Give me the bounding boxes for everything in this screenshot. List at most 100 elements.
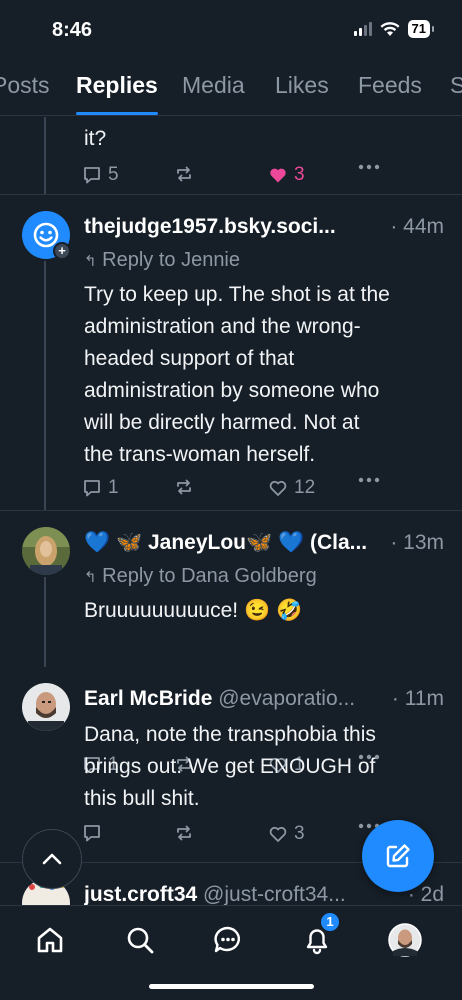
post-actions: 1 12 <box>82 477 382 503</box>
nav-messages[interactable] <box>208 920 248 960</box>
post-time[interactable]: · 13m <box>386 531 444 555</box>
like-button[interactable]: 12 <box>268 477 315 499</box>
follow-plus-icon[interactable]: + <box>53 242 71 260</box>
post-text-line: this bull shit. <box>84 787 200 810</box>
feed-post[interactable]: 💙 🦋 JaneyLou🦋 💙 (Cla... · 13m ↰ Reply to… <box>0 511 462 667</box>
reply-arrow-icon: ↰ <box>84 569 97 586</box>
like-button[interactable]: 3 <box>268 164 305 186</box>
post-actions: 3 <box>82 823 382 849</box>
post-text-line: Dana, note the transphobia this <box>84 723 376 746</box>
chat-bubble-icon <box>214 926 240 953</box>
post-header: thejudge1957.bsky.soci... · 44m <box>84 215 444 243</box>
reply-to-text: Reply to Dana Goldberg <box>102 565 317 587</box>
like-count: 3 <box>294 164 305 185</box>
reply-to-label[interactable]: ↰ Reply to Dana Goldberg <box>84 565 317 588</box>
avatar[interactable] <box>22 683 70 731</box>
tab-likes[interactable]: Likes <box>275 72 329 99</box>
heart-filled-icon <box>270 168 286 183</box>
repost-icon <box>177 479 191 495</box>
post-actions: 5 3 <box>82 164 382 190</box>
post-text-line: the trans-woman herself. <box>84 443 316 466</box>
reply-to-text: Reply to Jennie <box>102 249 241 271</box>
avatar-photo <box>22 683 70 731</box>
repost-button[interactable] <box>174 823 194 843</box>
user-handle[interactable]: @just-croft34... <box>203 883 346 905</box>
tab-posts[interactable]: Posts <box>0 72 50 99</box>
home-icon <box>37 927 63 953</box>
post-text-line: administration and the wrong- <box>84 315 361 338</box>
repost-icon <box>177 166 191 182</box>
avatar[interactable] <box>22 527 70 575</box>
post-text-line: will be directly harmed. Not at <box>84 411 360 434</box>
thread-line <box>44 117 46 195</box>
repost-button[interactable] <box>174 164 194 184</box>
post-header: Earl McBride @evaporatio... · 11m <box>84 687 444 715</box>
search-icon <box>127 927 154 954</box>
display-name[interactable]: Earl McBride <box>84 687 212 710</box>
thread-line <box>44 261 46 511</box>
avatar-photo <box>22 527 70 575</box>
nav-profile[interactable] <box>385 920 425 960</box>
reply-count: 1 <box>108 477 119 498</box>
post-text-line: brings out. We get ENOUGH of <box>84 755 376 778</box>
heart-icon <box>269 826 287 842</box>
tab-media[interactable]: Media <box>182 72 245 99</box>
pencil-square-icon <box>386 844 410 868</box>
nav-search[interactable] <box>120 920 160 960</box>
reply-icon <box>84 167 100 184</box>
more-options-button[interactable] <box>358 164 380 170</box>
battery-indicator: 71 <box>407 20 435 38</box>
status-icons: 71 <box>353 20 435 38</box>
reply-icon <box>84 825 100 842</box>
repost-icon <box>177 825 191 841</box>
post-text-line: Try to keep up. The shot is at the <box>84 283 390 306</box>
reply-button[interactable]: 5 <box>82 164 119 186</box>
reply-count: 5 <box>108 164 119 185</box>
user-handle[interactable]: @evaporatio... <box>218 687 355 710</box>
post-text-line: administration by someone who <box>84 379 380 402</box>
post-time[interactable]: · 11m <box>387 687 444 711</box>
display-name[interactable]: 💙 🦋 JaneyLou🦋 💙 (Cla... <box>84 531 367 554</box>
post-text: Try to keep up. The shot is at the admin… <box>84 279 450 471</box>
like-count: 12 <box>294 477 316 498</box>
reply-icon <box>84 480 100 497</box>
status-time: 8:46 <box>52 19 93 41</box>
post-text: Bruuuuuuuuuce! 😉 🤣 <box>84 599 303 622</box>
chevron-up-icon <box>42 853 62 865</box>
like-button[interactable]: 3 <box>268 823 305 845</box>
tab-starter-packs[interactable]: S <box>450 72 462 99</box>
ellipsis-icon <box>358 477 380 483</box>
tab-replies[interactable]: Replies <box>76 72 158 99</box>
tab-feeds[interactable]: Feeds <box>358 72 422 99</box>
post-text: Dana, note the transphobia this brings o… <box>84 719 450 815</box>
nav-home[interactable] <box>30 920 70 960</box>
reply-arrow-icon: ↰ <box>84 253 97 270</box>
reply-to-label[interactable]: ↰ Reply to Jennie <box>84 249 240 272</box>
notification-badge: 1 <box>319 911 341 933</box>
cellular-signal-icon <box>353 22 372 36</box>
wifi-icon <box>380 21 400 36</box>
display-name[interactable]: just.croft34 <box>84 883 197 905</box>
thread-line <box>44 577 46 667</box>
display-name[interactable]: thejudge1957.bsky.soci... <box>84 215 336 238</box>
scroll-to-top-button[interactable] <box>22 829 82 889</box>
compose-post-button[interactable] <box>362 820 434 892</box>
status-bar: 8:46 71 <box>0 0 462 60</box>
home-indicator <box>149 984 314 989</box>
post-text-line: headed support of that <box>84 347 295 370</box>
like-count: 3 <box>294 823 305 844</box>
feed-post[interactable]: + thejudge1957.bsky.soci... · 44m ↰ Repl… <box>0 195 462 511</box>
active-tab-indicator <box>76 112 158 115</box>
post-time[interactable]: · 44m <box>386 215 444 239</box>
replies-feed[interactable]: it? 5 3 + thejudge1957.bsky.soci... · 44… <box>0 117 462 905</box>
post-header: 💙 🦋 JaneyLou🦋 💙 (Cla... · 13m <box>84 531 444 559</box>
feed-post[interactable]: it? 5 3 <box>0 117 462 195</box>
more-options-button[interactable] <box>358 477 380 483</box>
ellipsis-icon <box>358 164 380 170</box>
heart-icon <box>269 480 287 496</box>
reply-button[interactable]: 1 <box>82 477 119 499</box>
post-text: it? <box>84 127 107 150</box>
reply-button[interactable] <box>82 823 108 843</box>
profile-tabs: Posts Replies Media Likes Feeds S <box>0 62 462 116</box>
repost-button[interactable] <box>174 477 194 497</box>
